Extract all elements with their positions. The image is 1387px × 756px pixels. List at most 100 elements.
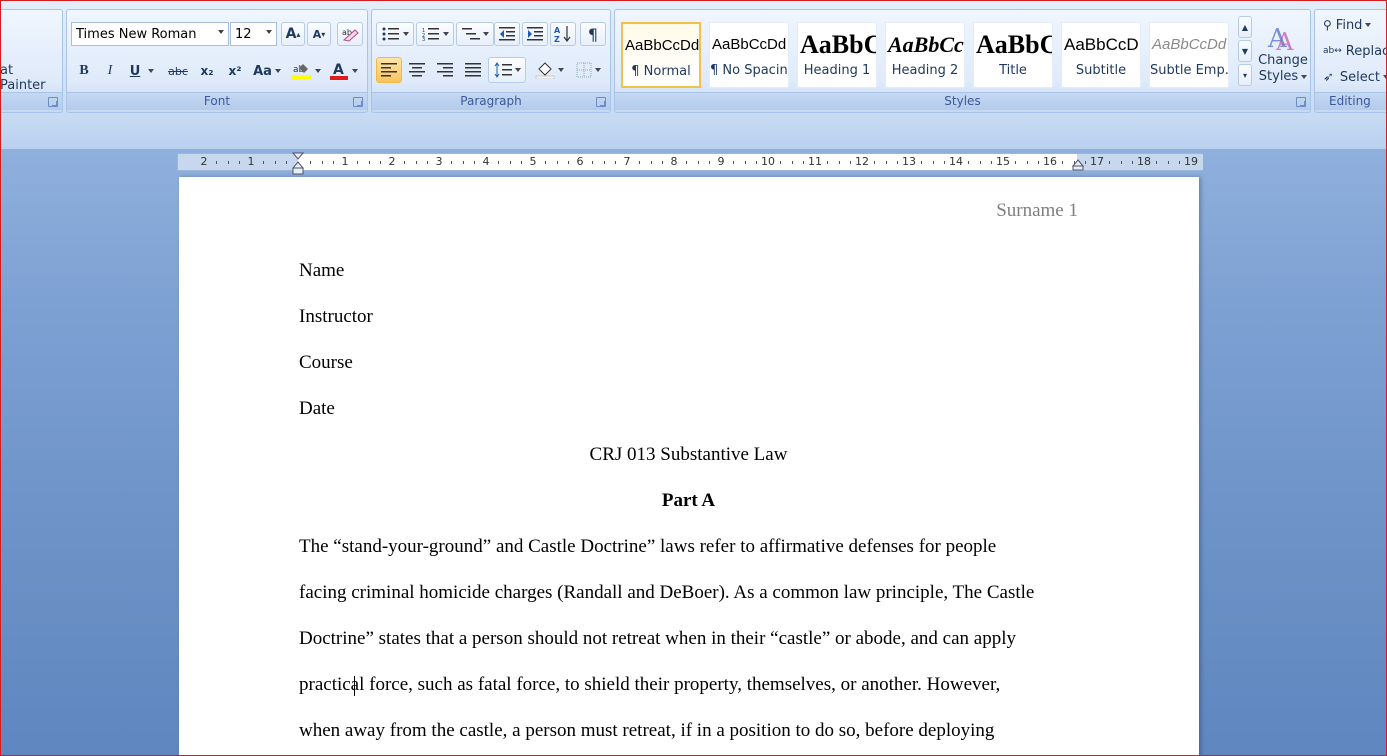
chevron-down-icon[interactable] (148, 69, 155, 73)
show-formatting-button[interactable]: ¶ (580, 22, 606, 46)
highlight-button[interactable]: ab (287, 60, 323, 82)
select-label: Select (1339, 69, 1381, 85)
align-left-button[interactable] (376, 57, 402, 83)
font-dialog-launcher[interactable] (353, 97, 363, 107)
strikethrough-button[interactable]: abc (165, 60, 191, 82)
increase-indent-button[interactable] (522, 22, 548, 46)
ruler-tick (745, 161, 746, 164)
ruler-tick (756, 161, 757, 164)
chevron-down-icon[interactable] (351, 69, 358, 73)
document-page[interactable]: Surname 1 Name Instructor Course Date CR… (179, 177, 1199, 755)
bullet-list-icon (382, 27, 399, 41)
grow-font-button[interactable]: A ▴ (281, 22, 305, 46)
ruler-tick (839, 161, 840, 164)
ruler-number: 12 (855, 155, 869, 168)
ruler-number: 6 (576, 155, 584, 168)
chevron-down-icon[interactable] (594, 68, 601, 72)
body-line-1: The “stand-your-ground” and Castle Doctr… (299, 536, 997, 557)
ruler-tick (698, 161, 699, 164)
svg-text:3: 3 (422, 37, 425, 41)
decrease-indent-button[interactable] (494, 22, 520, 46)
style-no-spacing[interactable]: AaBbCcDd ¶ No Spacing (709, 22, 789, 88)
ruler-tick (604, 161, 605, 164)
superscript-icon: x² (228, 64, 242, 78)
chevron-down-icon[interactable] (557, 68, 564, 72)
replace-icon: ab↔ (1323, 46, 1342, 56)
horizontal-ruler[interactable]: 2 1 1 2 3 4 5 6 7 8 9 10 11 12 13 14 15 16 17 18 19 (177, 152, 1203, 175)
ruler-tick (662, 161, 663, 164)
styles-more-button[interactable]: ▾ (1238, 64, 1252, 86)
chevron-down-icon[interactable] (266, 30, 272, 34)
ruler-tick (557, 161, 558, 164)
italic-icon: I (107, 63, 113, 78)
ruler-tick (1156, 161, 1157, 164)
chevron-down-icon[interactable] (1301, 75, 1308, 79)
chevron-down-icon[interactable] (274, 69, 281, 73)
chevron-down-icon[interactable] (314, 69, 321, 73)
right-indent-marker[interactable] (1072, 158, 1084, 172)
ruler-tick (897, 161, 898, 164)
style-heading-2[interactable]: AaBbCc Heading 2 (885, 22, 965, 88)
styles-scroll-up-button[interactable]: ▲ (1238, 16, 1252, 38)
ruler-tick (709, 161, 710, 164)
shading-button[interactable] (530, 57, 568, 83)
numbering-button[interactable]: 123 (416, 22, 454, 46)
styles-dialog-launcher[interactable] (1296, 97, 1306, 107)
select-button[interactable]: ➶ Select (1323, 66, 1386, 88)
font-size-combo[interactable]: 12 (230, 22, 277, 46)
align-center-button[interactable] (404, 57, 430, 83)
ruler-tick (451, 161, 452, 164)
justify-icon (465, 63, 481, 77)
italic-button[interactable]: I (99, 60, 121, 82)
find-button[interactable]: ⚲ Find (1323, 14, 1386, 36)
chevron-down-icon[interactable] (514, 68, 521, 72)
clear-formatting-button[interactable]: ab (337, 22, 363, 46)
font-color-button[interactable]: A (325, 60, 361, 82)
format-painter-label: at Painter (0, 63, 46, 93)
clipboard-dialog-launcher[interactable] (48, 97, 58, 107)
ruler-tick (933, 161, 934, 164)
first-line-indent-marker[interactable] (292, 152, 304, 176)
replace-label: Replace (1345, 43, 1386, 59)
align-right-button[interactable] (432, 57, 458, 83)
ruler-tick (733, 161, 734, 164)
paragraph-group-label: Paragraph (372, 92, 610, 110)
chevron-down-icon[interactable] (1383, 75, 1386, 79)
shrink-font-button[interactable]: A ▾ (307, 22, 331, 46)
chevron-down-icon[interactable] (402, 32, 409, 36)
style-title[interactable]: AaBbC Title (973, 22, 1053, 88)
change-case-button[interactable]: Aa (251, 60, 283, 82)
change-styles-button[interactable]: AA Change Styles (1257, 14, 1309, 94)
format-painter-button[interactable]: at Painter (1, 63, 62, 93)
superscript-button[interactable]: x² (223, 60, 247, 82)
style-subtitle[interactable]: AaBbCcD Subtitle (1061, 22, 1141, 88)
replace-button[interactable]: ab↔Replace (1323, 40, 1386, 62)
ruler-tick (1168, 161, 1169, 164)
ruler-left-margin (178, 154, 298, 170)
paragraph-dialog-launcher[interactable] (596, 97, 606, 107)
underline-button[interactable]: U (125, 60, 159, 82)
ruler-tick (1062, 161, 1063, 164)
bullets-button[interactable] (376, 22, 414, 46)
styles-scroll-down-button[interactable]: ▼ (1238, 40, 1252, 62)
ruler-tick (463, 161, 464, 164)
line-spacing-button[interactable] (488, 57, 526, 83)
change-styles-label-2: Styles (1258, 69, 1299, 84)
justify-button[interactable] (460, 57, 486, 83)
style-preview: AaBbCcDd (625, 37, 699, 54)
multilevel-list-button[interactable] (456, 22, 494, 46)
style-subtle-emphasis[interactable]: AaBbCcDd Subtle Emp... (1149, 22, 1229, 88)
bold-button[interactable]: B (73, 60, 95, 82)
chevron-down-icon[interactable] (442, 32, 449, 36)
style-normal[interactable]: AaBbCcDd ¶ Normal (621, 22, 701, 88)
sort-button[interactable]: AZ (550, 22, 576, 46)
borders-button[interactable] (570, 57, 606, 83)
font-name-combo[interactable]: Times New Roman (71, 22, 229, 46)
chevron-down-icon[interactable] (1365, 23, 1372, 27)
chevron-down-icon[interactable] (218, 30, 224, 34)
style-heading-1[interactable]: AaBbC Heading 1 (797, 22, 877, 88)
ruler-tick (369, 161, 370, 164)
subscript-button[interactable]: x₂ (195, 60, 219, 82)
change-styles-icon: AA (1267, 24, 1294, 53)
chevron-down-icon[interactable] (482, 32, 489, 36)
